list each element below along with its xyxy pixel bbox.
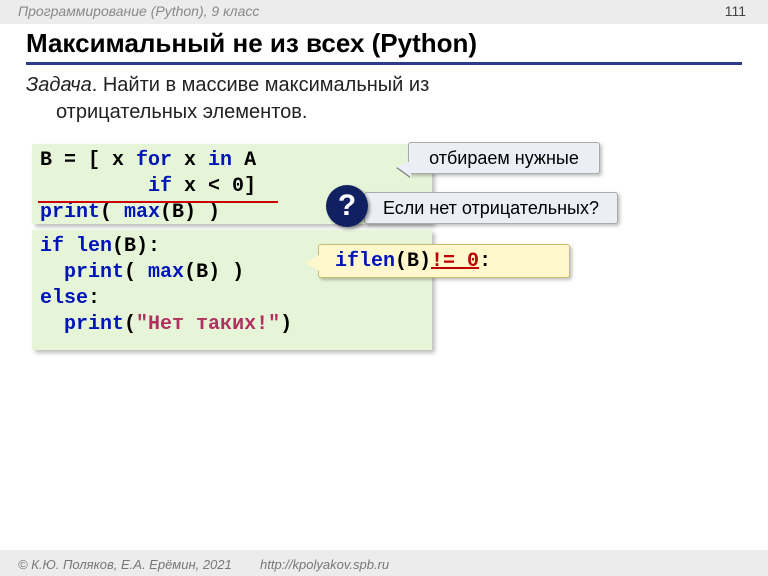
tok: ( xyxy=(124,261,148,284)
tok: (B) ) xyxy=(160,201,220,224)
tok: x xyxy=(172,149,208,172)
tok: (B): xyxy=(112,235,160,258)
tok: print xyxy=(64,261,124,284)
tok: ( xyxy=(100,201,124,224)
tok: : xyxy=(88,287,100,310)
strikethrough-line xyxy=(38,201,278,203)
tok: : xyxy=(479,250,491,273)
tok: (B) xyxy=(395,250,431,273)
tok: ) xyxy=(280,313,292,336)
course-label: Программирование (Python), 9 класс xyxy=(18,3,259,19)
tok: else xyxy=(40,287,88,310)
task-line2: отрицательных элементов. xyxy=(26,99,586,126)
callout-hint: if len(B)!= 0: xyxy=(318,244,570,278)
tok xyxy=(40,175,148,198)
tok xyxy=(64,235,76,258)
tok: len xyxy=(359,250,395,273)
tok: "Нет таких!" xyxy=(136,313,280,336)
task-text: Задача. Найти в массиве максимальный из … xyxy=(26,72,586,126)
copyright-text: © К.Ю. Поляков, Е.А. Ерёмин, 2021 xyxy=(18,557,232,572)
callout-filter: отбираем нужные xyxy=(408,142,600,174)
tok xyxy=(40,261,64,284)
callout-question: Если нет отрицательных? xyxy=(364,192,618,224)
tok: if xyxy=(335,250,359,273)
task-label: Задача xyxy=(26,74,92,96)
tok: if xyxy=(148,175,172,198)
tok: in xyxy=(208,149,232,172)
tok: B = [ x xyxy=(40,149,136,172)
tok: if xyxy=(40,235,64,258)
tok: max xyxy=(148,261,184,284)
tok: A xyxy=(232,149,256,172)
page-title: Максимальный не из всех (Python) xyxy=(26,28,477,59)
tok: (B) ) xyxy=(184,261,244,284)
tok: for xyxy=(136,149,172,172)
tok: max xyxy=(124,201,160,224)
tok: != 0 xyxy=(431,250,479,273)
task-line1: . Найти в массиве максимальный из xyxy=(92,74,430,96)
question-mark-icon: ? xyxy=(326,185,368,227)
page-number: 111 xyxy=(725,3,746,19)
tok: ( xyxy=(124,313,136,336)
tok: print xyxy=(64,313,124,336)
tok xyxy=(40,313,64,336)
title-underline xyxy=(26,62,742,65)
footer-url: http://kpolyakov.spb.ru xyxy=(260,557,389,572)
tok: x < 0] xyxy=(172,175,256,198)
tok: len xyxy=(76,235,112,258)
tok: print xyxy=(40,201,100,224)
